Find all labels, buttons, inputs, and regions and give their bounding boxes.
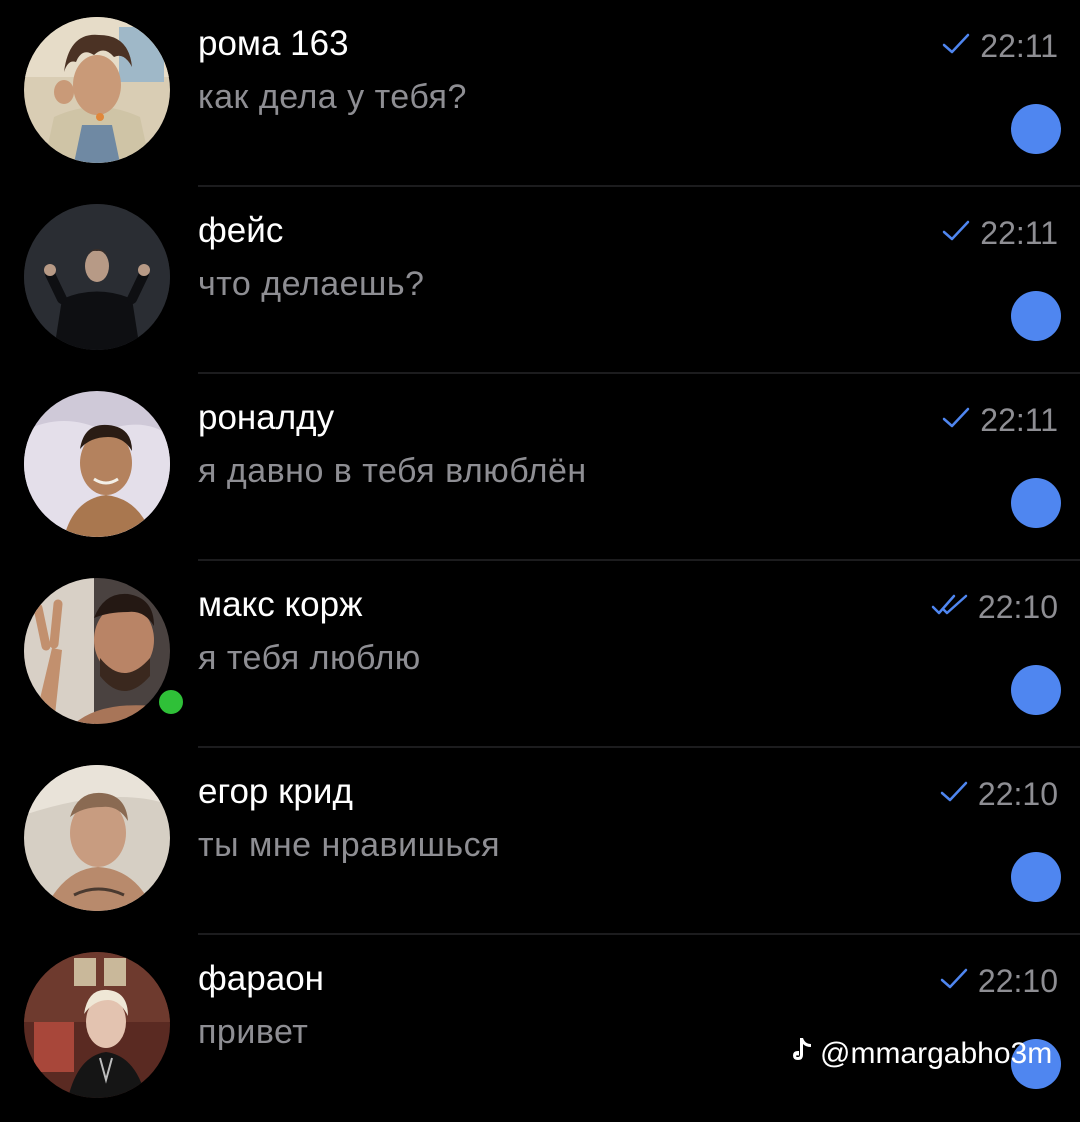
single-check-icon (940, 219, 972, 248)
message-time: 22:11 (980, 215, 1058, 251)
single-check-icon (938, 967, 970, 996)
chat-name: фейс (198, 211, 284, 250)
chat-meta: 22:11 (940, 402, 1058, 439)
chat-row-feis[interactable]: фейс что делаешь? 22:11 (0, 187, 1080, 374)
chat-name: фараон (198, 959, 324, 998)
online-status-indicator (155, 686, 187, 718)
tiktok-icon (790, 1036, 814, 1072)
message-preview: что делаешь? (198, 265, 425, 303)
chat-row-roma-163[interactable]: рома 163 как дела у тебя? 22:11 (0, 0, 1080, 187)
avatar[interactable] (24, 204, 170, 350)
avatar[interactable] (24, 952, 170, 1098)
message-preview: как дела у тебя? (198, 78, 467, 116)
message-preview: я тебя люблю (198, 639, 421, 677)
chat-name: егор крид (198, 772, 353, 811)
chat-row-faraon[interactable]: фараон привет 22:10 (0, 935, 1080, 1122)
message-time: 22:10 (977, 776, 1058, 812)
chat-meta: 22:10 (938, 776, 1058, 813)
avatar[interactable] (24, 17, 170, 163)
message-time: 22:10 (977, 589, 1058, 625)
single-check-icon (940, 406, 972, 435)
avatar[interactable] (24, 765, 170, 911)
chat-meta: 22:10 (938, 963, 1058, 1000)
message-time: 22:10 (977, 963, 1058, 999)
message-time: 22:11 (980, 28, 1058, 64)
chat-row-maks-korzh[interactable]: макс корж я тебя люблю 22:10 (0, 561, 1080, 748)
message-preview: привет (198, 1013, 309, 1051)
unread-indicator (1011, 291, 1061, 341)
unread-indicator (1011, 104, 1061, 154)
single-check-icon (940, 32, 972, 61)
double-check-icon (930, 593, 970, 622)
message-preview: я давно в тебя влюблён (198, 452, 587, 490)
single-check-icon (938, 780, 970, 809)
chat-list: рома 163 как дела у тебя? 22:11 фейс что… (0, 0, 1080, 1100)
unread-indicator (1011, 478, 1061, 528)
chat-meta: 22:11 (940, 28, 1058, 65)
chat-name: роналду (198, 398, 335, 437)
chat-meta: 22:10 (930, 589, 1058, 626)
chat-meta: 22:11 (940, 215, 1058, 252)
avatar[interactable] (24, 578, 187, 724)
chat-row-ronaldu[interactable]: роналду я давно в тебя влюблён 22:11 (0, 374, 1080, 561)
unread-indicator (1011, 665, 1061, 715)
unread-indicator (1011, 852, 1061, 902)
message-preview: ты мне нравишься (198, 826, 501, 864)
message-time: 22:11 (980, 402, 1058, 438)
watermark-text: @mmargabho3m (820, 1037, 1053, 1070)
chat-name: макс корж (198, 585, 363, 624)
chat-name: рома 163 (198, 24, 349, 63)
watermark: @mmargabho3m (790, 1036, 1052, 1072)
avatar[interactable] (24, 391, 170, 537)
chat-row-egor-krid[interactable]: егор крид ты мне нравишься 22:10 (0, 748, 1080, 935)
